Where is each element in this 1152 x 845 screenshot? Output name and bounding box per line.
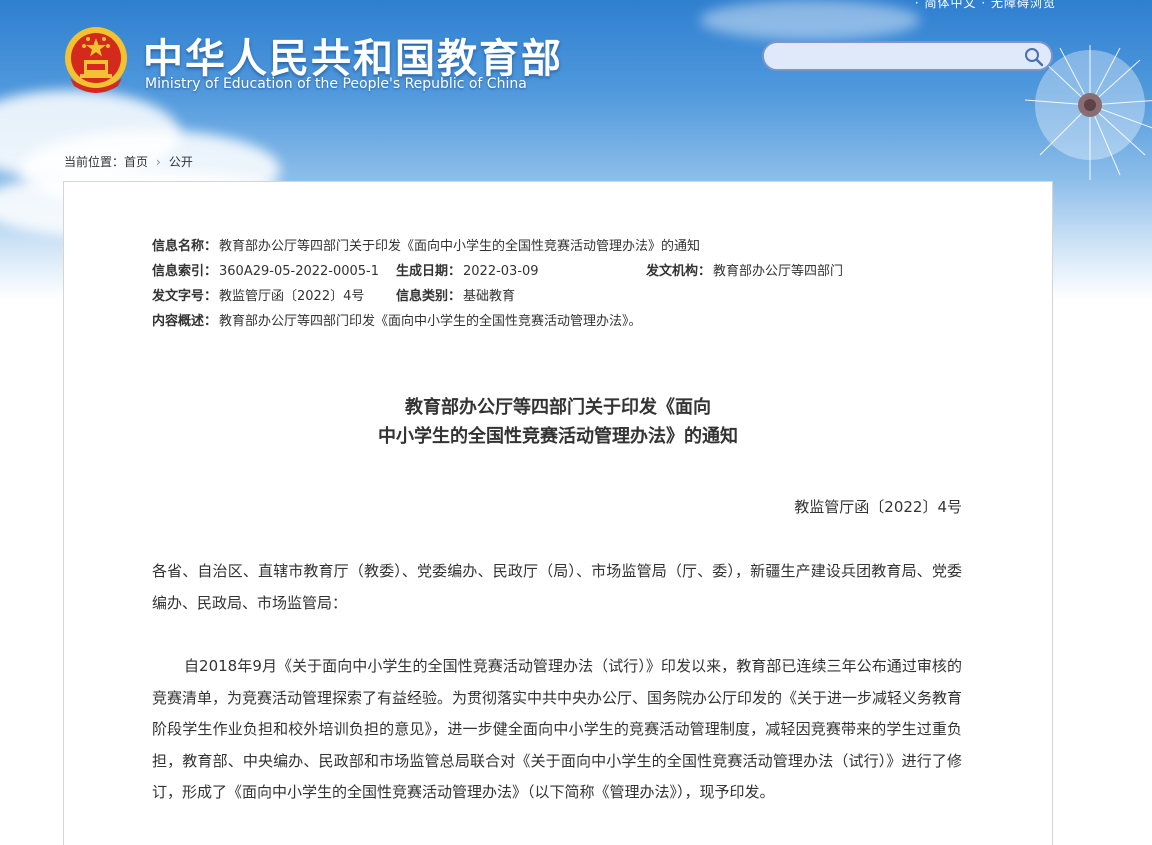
document-addressee: 各省、自治区、直辖市教育厅（教委）、党委编办、民政厅（局）、市场监管局（厅、委）… (152, 562, 962, 612)
meta-date-value: 2022-03-09 (463, 264, 539, 279)
meta-index-label: 信息索引： (152, 264, 218, 279)
site-subtitle: Ministry of Education of the People's Re… (145, 76, 527, 92)
meta-name-value: 教育部办公厅等四部门关于印发《面向中小学生的全国性竞赛活动管理办法》的通知 (219, 239, 701, 254)
breadcrumb-separator: › (156, 155, 161, 169)
breadcrumb-label: 当前位置： (64, 155, 125, 169)
meta-category-value: 基础教育 (463, 289, 516, 304)
meta-row-index: 信息索引： 360A29-05-2022-0005-1 生成日期： 2022-03-… (152, 259, 843, 284)
breadcrumb: 当前位置：首页 › 公开 (64, 153, 193, 170)
meta-docno-label: 发文字号： (152, 289, 218, 304)
document-metadata: 信息名称： 教育部办公厅等四部门关于印发《面向中小学生的全国性竞赛活动管理办法》的… (152, 234, 843, 334)
meta-date-label: 生成日期： (396, 264, 462, 279)
document-title-line1: 教育部办公厅等四部门关于印发《面向 (405, 397, 711, 418)
page: · 简体中文 · 无障碍浏览 中华人民共和国教育部 Ministry of Ed… (0, 0, 1152, 845)
meta-name-label: 信息名称： (152, 239, 218, 254)
national-emblem-icon (65, 27, 127, 93)
document-paragraph: 自2018年9月《关于面向中小学生的全国性竞赛活动管理办法（试行）》印发以来，教… (152, 657, 963, 801)
meta-summary-label: 内容概述： (152, 314, 218, 329)
meta-row-summary: 内容概述： 教育部办公厅等四部门印发《面向中小学生的全国性竞赛活动管理办法》。 (152, 309, 700, 334)
search-input[interactable] (776, 47, 1016, 67)
document-title: 教育部办公厅等四部门关于印发《面向 中小学生的全国性竞赛活动管理办法》的通知 (63, 393, 1053, 451)
meta-docno-value: 教监管厅函〔2022〕4号 (219, 289, 365, 304)
meta-issuer-label: 发文机构： (646, 264, 712, 279)
meta-issuer-value: 教育部办公厅等四部门 (713, 264, 844, 279)
top-links[interactable]: · 简体中文 · 无障碍浏览 (915, 0, 1056, 11)
meta-summary-value: 教育部办公厅等四部门印发《面向中小学生的全国性竞赛活动管理办法》。 (219, 314, 642, 329)
document-title-line2: 中小学生的全国性竞赛活动管理办法》的通知 (378, 426, 738, 447)
search-icon[interactable] (1023, 46, 1045, 68)
breadcrumb-public-link[interactable]: 公开 (169, 155, 193, 169)
meta-row-name: 信息名称： 教育部办公厅等四部门关于印发《面向中小学生的全国性竞赛活动管理办法》的… (152, 234, 700, 259)
document-number: 教监管厅函〔2022〕4号 (794, 498, 962, 516)
meta-category-label: 信息类别： (396, 289, 462, 304)
meta-index-value: 360A29-05-2022-0005-1 (219, 264, 380, 279)
meta-row-docno: 发文字号： 教监管厅函〔2022〕4号 信息类别： 基础教育 (152, 284, 700, 309)
search-box (762, 41, 1053, 71)
breadcrumb-home-link[interactable]: 首页 (124, 155, 148, 169)
